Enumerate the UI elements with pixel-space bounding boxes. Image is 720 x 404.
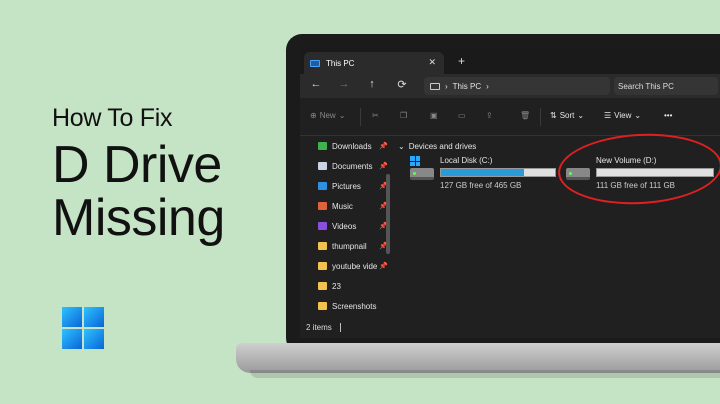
back-arrow-icon[interactable]: ← bbox=[308, 78, 324, 90]
rename-icon[interactable]: ▭ bbox=[458, 111, 466, 120]
folder-icon bbox=[318, 262, 327, 270]
sidebar-item-label: Videos bbox=[332, 221, 357, 231]
chevron-down-icon: ⌄ bbox=[338, 111, 346, 120]
address-chevron-icon: › bbox=[445, 81, 448, 91]
monitor-icon bbox=[430, 82, 440, 90]
drive-c[interactable]: Local Disk (C:) 127 GB free of 465 GB bbox=[398, 156, 558, 196]
folder-icon bbox=[318, 282, 327, 290]
chevron-down-icon: ⌄ bbox=[634, 111, 642, 120]
search-input[interactable]: Search This PC bbox=[614, 77, 718, 95]
delete-icon[interactable]: 🗑 bbox=[520, 111, 530, 120]
forward-arrow-icon[interactable]: → bbox=[336, 78, 352, 90]
item-count: 2 items bbox=[306, 322, 332, 332]
sidebar-item-label: thumpnail bbox=[332, 241, 367, 251]
pin-icon[interactable]: 📌 bbox=[379, 262, 388, 270]
sidebar-item-label: 23 bbox=[332, 281, 341, 291]
view-button[interactable]: ☰ View ⌄ bbox=[604, 111, 641, 120]
video-icon bbox=[318, 222, 327, 230]
tab-close-icon[interactable]: ✕ bbox=[428, 57, 436, 68]
navigation-pane: Downloads 📌 Documents 📌 Pictures 📌 Music 📌 Video… bbox=[300, 136, 396, 316]
sidebar-item[interactable]: Videos 📌 bbox=[300, 216, 396, 236]
headline-line-1: How To Fix bbox=[52, 104, 173, 132]
sidebar-item[interactable]: Downloads 📌 bbox=[300, 136, 396, 156]
chevron-down-icon: ⌄ bbox=[577, 111, 585, 120]
view-icon: ☰ bbox=[604, 111, 612, 120]
address-chevron-icon: › bbox=[486, 81, 489, 91]
headline: How To Fix D Drive Missing bbox=[52, 104, 225, 245]
picture-icon bbox=[318, 182, 327, 190]
new-button[interactable]: ⊕ New ⌄ bbox=[310, 111, 345, 120]
sidebar-item-label: Pictures bbox=[332, 181, 361, 191]
sidebar-item[interactable]: Music 📌 bbox=[300, 196, 396, 216]
tab-this-pc[interactable]: This PC ✕ bbox=[304, 52, 444, 74]
sidebar-item[interactable]: thumpnail 📌 bbox=[300, 236, 396, 256]
address-bar-row: ← → ↑ ⟳ › This PC › Search This PC bbox=[300, 74, 720, 98]
sidebar-item[interactable]: youtube vide 📌 bbox=[300, 256, 396, 276]
download-icon bbox=[318, 142, 327, 150]
command-bar: ⊕ New ⌄ ✂ ❐ ▣ ▭ ⇪ 🗑 ⇅ Sort ⌄ ☰ View ⌄ ••… bbox=[300, 98, 720, 136]
sidebar-item[interactable]: Documents 📌 bbox=[300, 156, 396, 176]
laptop-base-shadow bbox=[250, 370, 720, 378]
address-field[interactable]: › This PC › bbox=[424, 77, 610, 95]
folder-icon bbox=[318, 302, 327, 310]
toolbar-divider bbox=[360, 108, 361, 126]
chevron-down-icon: ⌄ bbox=[398, 142, 405, 151]
new-button-label: New bbox=[319, 111, 336, 120]
folder-icon bbox=[318, 242, 327, 250]
group-header-label: Devices and drives bbox=[408, 142, 477, 151]
sidebar-item-label: Documents bbox=[332, 161, 373, 171]
drive-free-space: 127 GB free of 465 GB bbox=[440, 181, 522, 190]
headline-line-3: Missing bbox=[52, 189, 225, 247]
drive-icon bbox=[410, 168, 434, 180]
pin-icon[interactable]: 📌 bbox=[379, 162, 388, 170]
sidebar-item[interactable]: Pictures 📌 bbox=[300, 176, 396, 196]
sort-icon: ⇅ bbox=[550, 111, 557, 120]
tab-bar: This PC ✕ + bbox=[300, 48, 720, 74]
view-button-label: View bbox=[614, 111, 632, 120]
plus-circle-icon: ⊕ bbox=[310, 111, 317, 120]
address-location[interactable]: This PC bbox=[453, 82, 481, 91]
copy-icon[interactable]: ❐ bbox=[400, 111, 407, 120]
group-header[interactable]: ⌄ Devices and drives bbox=[398, 142, 476, 151]
status-bar: 2 items bbox=[300, 316, 720, 338]
sort-button[interactable]: ⇅ Sort ⌄ bbox=[550, 111, 584, 120]
sidebar-item[interactable]: 23 bbox=[300, 276, 396, 296]
sidebar-item-label: Screenshots bbox=[332, 301, 377, 311]
new-tab-button[interactable]: + bbox=[458, 54, 465, 68]
sidebar-item-label: Downloads bbox=[332, 141, 372, 151]
status-divider bbox=[339, 322, 341, 332]
cut-icon[interactable]: ✂ bbox=[372, 111, 379, 120]
headline-line-2: D Drive bbox=[52, 136, 222, 194]
drive-name: Local Disk (C:) bbox=[440, 156, 493, 165]
search-placeholder: Search This PC bbox=[618, 81, 674, 91]
sidebar-item[interactable]: Screenshots bbox=[300, 296, 396, 316]
tab-title: This PC bbox=[326, 58, 355, 68]
document-icon bbox=[318, 162, 327, 170]
drive-usage-fill bbox=[441, 169, 525, 176]
sidebar-item-label: youtube vide bbox=[332, 261, 378, 271]
more-options-icon[interactable]: ••• bbox=[664, 111, 672, 120]
toolbar-divider bbox=[540, 108, 541, 126]
share-icon[interactable]: ⇪ bbox=[486, 111, 493, 120]
music-icon bbox=[318, 202, 327, 210]
up-arrow-icon[interactable]: ↑ bbox=[364, 78, 380, 90]
laptop-base bbox=[236, 343, 720, 373]
drive-usage-bar bbox=[440, 168, 556, 177]
pin-icon[interactable]: 📌 bbox=[379, 142, 388, 150]
navigation-scrollbar[interactable] bbox=[386, 174, 390, 254]
pc-icon bbox=[310, 59, 320, 67]
windows-logo-icon bbox=[62, 307, 104, 349]
paste-icon[interactable]: ▣ bbox=[430, 111, 438, 120]
sidebar-item-label: Music bbox=[332, 201, 353, 211]
windows-badge-icon bbox=[410, 156, 420, 166]
sort-button-label: Sort bbox=[559, 111, 575, 120]
refresh-icon[interactable]: ⟳ bbox=[394, 78, 410, 91]
